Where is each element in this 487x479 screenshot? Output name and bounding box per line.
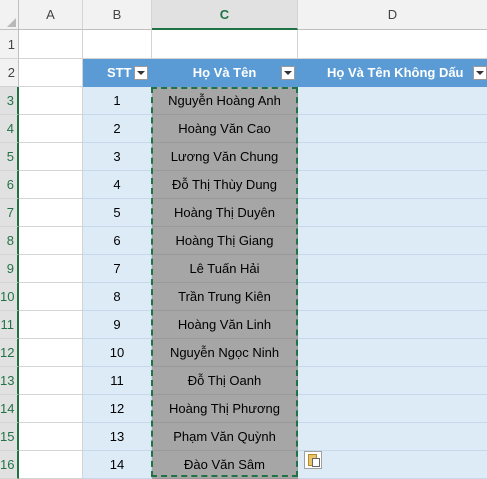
table-cell-stt[interactable]: 9	[83, 311, 152, 339]
filter-dropdown-icon[interactable]	[281, 66, 295, 80]
table-cell-khong-dau[interactable]	[298, 171, 487, 199]
cell-a[interactable]	[19, 255, 83, 283]
row-header[interactable]: 4	[0, 115, 19, 143]
table-cell-name[interactable]: Đỗ Thị Thùy Dung	[152, 171, 298, 199]
row-header[interactable]: 7	[0, 199, 19, 227]
table-cell-name[interactable]: Hoàng Thị Giang	[152, 227, 298, 255]
cell-a[interactable]	[19, 423, 83, 451]
cell-a[interactable]	[19, 339, 83, 367]
paste-options-icon[interactable]	[304, 451, 322, 469]
table-cell-stt[interactable]: 10	[83, 339, 152, 367]
table-cell-name[interactable]: Phạm Văn Quỳnh	[152, 423, 298, 451]
row-header[interactable]: 12	[0, 339, 19, 367]
cell-a2[interactable]	[19, 59, 83, 87]
cell-a[interactable]	[19, 143, 83, 171]
cell-a[interactable]	[19, 451, 83, 479]
table-cell-name[interactable]: Lê Tuấn Hải	[152, 255, 298, 283]
table-header-stt-label: STT	[107, 65, 132, 80]
row-header[interactable]: 1	[0, 30, 19, 59]
table-cell-stt[interactable]: 11	[83, 367, 152, 395]
table-cell-stt[interactable]: 2	[83, 115, 152, 143]
row-header[interactable]: 11	[0, 311, 19, 339]
filter-dropdown-icon[interactable]	[134, 66, 148, 80]
row-header[interactable]: 14	[0, 395, 19, 423]
cell-c1[interactable]	[152, 30, 298, 59]
paste-sheet-icon	[312, 458, 320, 467]
cell-d1[interactable]	[298, 30, 487, 59]
cell-a[interactable]	[19, 283, 83, 311]
table-cell-stt[interactable]: 5	[83, 199, 152, 227]
table-cell-stt[interactable]: 7	[83, 255, 152, 283]
table-cell-name[interactable]: Đào Văn Sâm	[152, 451, 298, 479]
select-all-icon	[7, 18, 16, 27]
table-cell-khong-dau[interactable]	[298, 423, 487, 451]
row-header[interactable]: 3	[0, 87, 19, 115]
cell-a[interactable]	[19, 87, 83, 115]
table-cell-stt[interactable]: 3	[83, 143, 152, 171]
table-cell-stt[interactable]: 8	[83, 283, 152, 311]
row-header[interactable]: 8	[0, 227, 19, 255]
table-cell-khong-dau[interactable]	[298, 339, 487, 367]
table-header-ho-va-ten-label: Họ Và Tên	[192, 65, 257, 80]
table-cell-stt[interactable]: 1	[83, 87, 152, 115]
spreadsheet-grid: A B C D 1 2 3 4 5 6 7 8 9 10 11 12 13 14…	[0, 0, 487, 479]
table-cell-name[interactable]: Đỗ Thị Oanh	[152, 367, 298, 395]
row-header[interactable]: 13	[0, 367, 19, 395]
row-header[interactable]: 5	[0, 143, 19, 171]
table-header-ho-va-ten[interactable]: Họ Và Tên	[152, 59, 298, 87]
table-cell-khong-dau[interactable]	[298, 227, 487, 255]
table-cell-stt[interactable]: 4	[83, 171, 152, 199]
cell-a[interactable]	[19, 311, 83, 339]
table-cell-name[interactable]: Hoàng Thị Phương	[152, 395, 298, 423]
table-cell-khong-dau[interactable]	[298, 143, 487, 171]
row-header[interactable]: 9	[0, 255, 19, 283]
row-header[interactable]: 16	[0, 451, 19, 479]
table-cell-khong-dau[interactable]	[298, 87, 487, 115]
table-cell-khong-dau[interactable]	[298, 395, 487, 423]
table-header-khong-dau[interactable]: Họ Và Tên Không Dấu	[298, 59, 487, 87]
row-header[interactable]: 10	[0, 283, 19, 311]
row-header[interactable]: 15	[0, 423, 19, 451]
table-cell-name[interactable]: Trần Trung Kiên	[152, 283, 298, 311]
table-cell-khong-dau[interactable]	[298, 255, 487, 283]
column-header-c[interactable]: C	[152, 0, 298, 30]
table-cell-name[interactable]: Hoàng Văn Cao	[152, 115, 298, 143]
column-header-b[interactable]: B	[83, 0, 152, 30]
table-cell-stt[interactable]: 12	[83, 395, 152, 423]
table-cell-khong-dau[interactable]	[298, 451, 487, 479]
table-header-khong-dau-label: Họ Và Tên Không Dấu	[327, 65, 464, 80]
filter-dropdown-icon[interactable]	[473, 66, 487, 80]
table-cell-stt[interactable]: 13	[83, 423, 152, 451]
cell-a[interactable]	[19, 227, 83, 255]
column-header-d[interactable]: D	[298, 0, 487, 30]
table-cell-khong-dau[interactable]	[298, 367, 487, 395]
cell-a[interactable]	[19, 367, 83, 395]
table-cell-stt[interactable]: 14	[83, 451, 152, 479]
table-cell-khong-dau[interactable]	[298, 311, 487, 339]
cell-a[interactable]	[19, 395, 83, 423]
table-cell-name[interactable]: Hoàng Văn Linh	[152, 311, 298, 339]
table-cell-name[interactable]: Nguyễn Ngọc Ninh	[152, 339, 298, 367]
row-header[interactable]: 2	[0, 59, 19, 87]
cell-a[interactable]	[19, 171, 83, 199]
table-cell-khong-dau[interactable]	[298, 199, 487, 227]
row-header[interactable]: 6	[0, 171, 19, 199]
table-cell-name[interactable]: Hoàng Thị Duyên	[152, 199, 298, 227]
table-cell-name[interactable]: Lương Văn Chung	[152, 143, 298, 171]
cell-a[interactable]	[19, 115, 83, 143]
column-header-a[interactable]: A	[19, 0, 83, 30]
cell-a[interactable]	[19, 199, 83, 227]
table-cell-khong-dau[interactable]	[298, 115, 487, 143]
cell-b1[interactable]	[83, 30, 152, 59]
table-cell-khong-dau[interactable]	[298, 283, 487, 311]
table-cell-name[interactable]: Nguyễn Hoàng Anh	[152, 87, 298, 115]
table-cell-stt[interactable]: 6	[83, 227, 152, 255]
cell-a1[interactable]	[19, 30, 83, 59]
select-all-corner[interactable]	[0, 0, 19, 30]
